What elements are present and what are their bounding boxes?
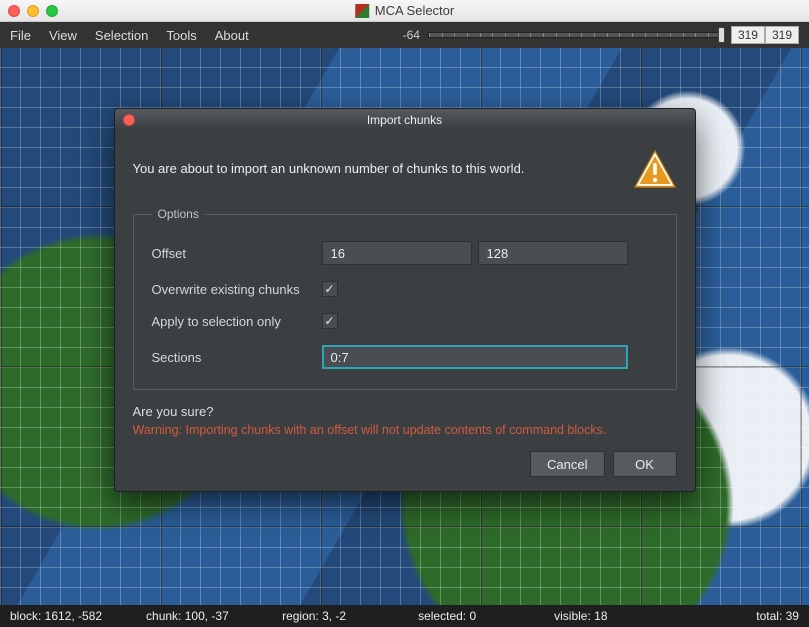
- height-slider-thumb[interactable]: [718, 27, 725, 43]
- height-slider-ticks: [429, 33, 722, 37]
- confirm-question: Are you sure?: [133, 404, 677, 419]
- offset-x-input[interactable]: [322, 241, 472, 265]
- status-region: region: 3, -2: [282, 609, 418, 623]
- map-viewport[interactable]: Import chunks You are about to import an…: [0, 48, 809, 605]
- menu-view[interactable]: View: [49, 28, 77, 43]
- offset-z-input[interactable]: [478, 241, 628, 265]
- close-window-button[interactable]: [8, 5, 20, 17]
- menu-file[interactable]: File: [10, 28, 31, 43]
- overwrite-label: Overwrite existing chunks: [152, 282, 322, 297]
- status-selected: selected: 0: [418, 609, 554, 623]
- window-title: MCA Selector: [355, 3, 454, 18]
- height-slider-value-a: 319: [731, 26, 765, 44]
- height-slider-values: 319 319: [731, 26, 799, 44]
- zoom-window-button[interactable]: [46, 5, 58, 17]
- status-block: block: 1612, -582: [10, 609, 146, 623]
- statusbar: block: 1612, -582 chunk: 100, -37 region…: [0, 605, 809, 627]
- dialog-titlebar: Import chunks: [115, 109, 695, 131]
- options-legend: Options: [152, 207, 205, 221]
- traffic-lights: [8, 5, 58, 17]
- import-chunks-dialog: Import chunks You are about to import an…: [114, 108, 696, 492]
- offset-warning: Warning: Importing chunks with an offset…: [133, 423, 677, 437]
- options-group: Options Offset Overwrite existing chunks…: [133, 207, 677, 390]
- status-chunk: chunk: 100, -37: [146, 609, 282, 623]
- menu-about[interactable]: About: [215, 28, 249, 43]
- dialog-close-button[interactable]: [123, 114, 135, 126]
- cancel-button[interactable]: Cancel: [530, 451, 604, 477]
- status-total: total: 39: [690, 609, 799, 623]
- window-titlebar: MCA Selector: [0, 0, 809, 22]
- selection-only-label: Apply to selection only: [152, 314, 322, 329]
- dialog-headline: You are about to import an unknown numbe…: [133, 160, 525, 179]
- dialog-body: You are about to import an unknown numbe…: [115, 131, 695, 491]
- ok-button[interactable]: OK: [613, 451, 677, 477]
- overwrite-checkbox[interactable]: [322, 281, 338, 297]
- app-icon: [355, 4, 369, 18]
- sections-label: Sections: [152, 350, 322, 365]
- height-slider[interactable]: [428, 32, 723, 38]
- height-slider-area: -64 319 319: [394, 26, 799, 44]
- window-title-text: MCA Selector: [375, 3, 454, 18]
- height-slider-min: -64: [394, 28, 420, 42]
- menubar: File View Selection Tools About -64 319 …: [0, 22, 809, 48]
- modal-backdrop: Import chunks You are about to import an…: [0, 48, 809, 605]
- selection-only-checkbox[interactable]: [322, 313, 338, 329]
- menu-tools[interactable]: Tools: [166, 28, 196, 43]
- offset-label: Offset: [152, 246, 322, 261]
- warning-icon: [633, 149, 677, 189]
- sections-input[interactable]: [322, 345, 628, 369]
- menu-selection[interactable]: Selection: [95, 28, 148, 43]
- height-slider-value-b: 319: [765, 26, 799, 44]
- status-visible: visible: 18: [554, 609, 690, 623]
- dialog-title: Import chunks: [367, 113, 442, 127]
- minimize-window-button[interactable]: [27, 5, 39, 17]
